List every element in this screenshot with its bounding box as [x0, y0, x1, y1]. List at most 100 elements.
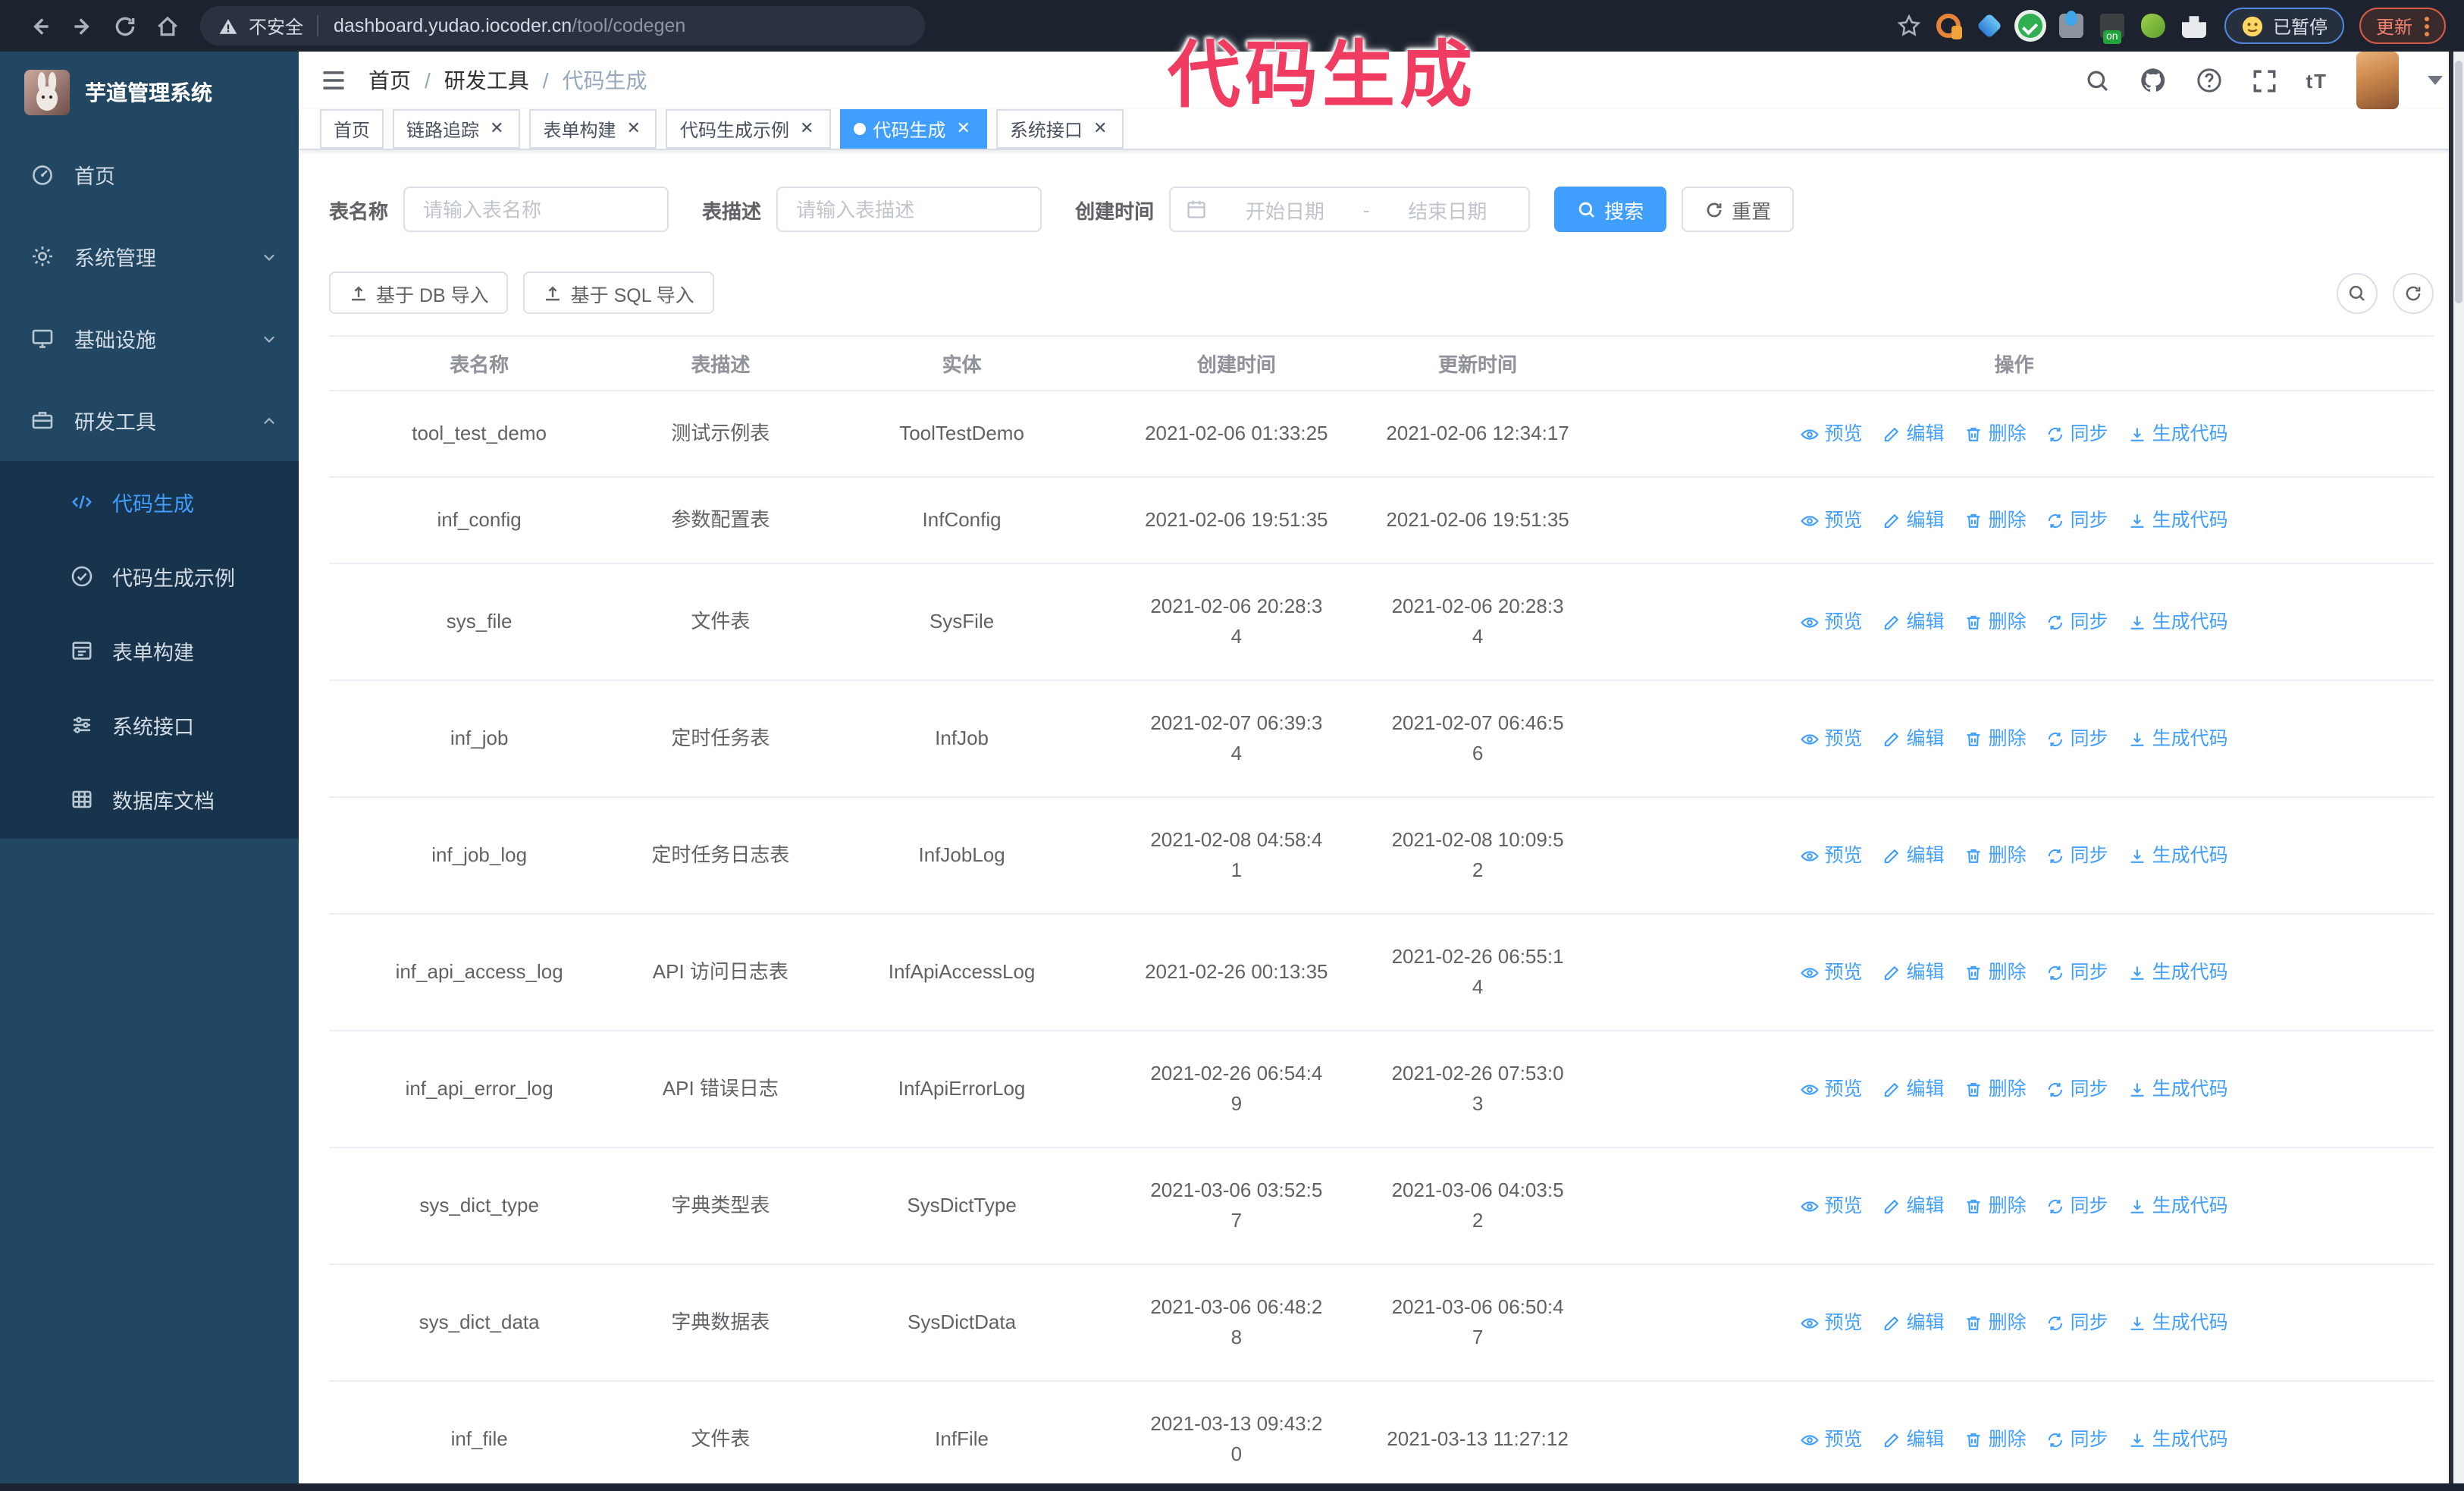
scrollbar-thumb[interactable]: [2454, 61, 2462, 303]
browser-back-button[interactable]: [18, 5, 61, 47]
browser-forward-button[interactable]: [61, 5, 103, 47]
tab-系统接口[interactable]: 系统接口 ✕: [995, 109, 1124, 149]
breadcrumb-home[interactable]: 首页: [368, 65, 411, 96]
action-生成代码[interactable]: 生成代码: [2128, 419, 2228, 449]
extension-icon[interactable]: [1976, 13, 2002, 39]
font-size-icon[interactable]: tT: [2306, 69, 2328, 92]
sidebar-subitem-数据库文档[interactable]: 数据库文档: [0, 761, 299, 836]
sidebar-subitem-代码生成[interactable]: 代码生成: [0, 464, 299, 538]
refresh-table-button[interactable]: [2393, 272, 2434, 313]
sidebar-subitem-系统接口[interactable]: 系统接口: [0, 687, 299, 761]
close-tab-icon[interactable]: ✕: [797, 119, 817, 139]
action-编辑[interactable]: 编辑: [1882, 1191, 1945, 1221]
close-tab-icon[interactable]: ✕: [953, 119, 973, 139]
user-avatar[interactable]: [2356, 52, 2399, 109]
action-编辑[interactable]: 编辑: [1882, 1307, 1945, 1338]
action-预览[interactable]: 预览: [1801, 607, 1863, 637]
extension-icon[interactable]: [2140, 14, 2165, 38]
action-同步[interactable]: 同步: [2046, 1074, 2108, 1104]
browser-home-button[interactable]: [146, 5, 188, 47]
action-预览[interactable]: 预览: [1801, 505, 1863, 535]
action-删除[interactable]: 删除: [1964, 505, 2027, 535]
close-tab-icon[interactable]: ✕: [487, 119, 506, 139]
action-生成代码[interactable]: 生成代码: [2128, 1424, 2228, 1455]
page-scrollbar[interactable]: [2449, 52, 2464, 1491]
action-预览[interactable]: 预览: [1801, 1424, 1863, 1455]
action-同步[interactable]: 同步: [2046, 1424, 2108, 1455]
action-编辑[interactable]: 编辑: [1882, 724, 1945, 754]
action-生成代码[interactable]: 生成代码: [2128, 957, 2228, 987]
import-sql-button[interactable]: 基于 SQL 导入: [523, 272, 714, 314]
action-编辑[interactable]: 编辑: [1882, 957, 1945, 987]
action-删除[interactable]: 删除: [1964, 1191, 2027, 1221]
hamburger-icon[interactable]: [320, 67, 347, 94]
action-删除[interactable]: 删除: [1964, 419, 2027, 449]
action-删除[interactable]: 删除: [1964, 957, 2027, 987]
breadcrumb-tools[interactable]: 研发工具: [444, 65, 529, 96]
tab-链路追踪[interactable]: 链路追踪 ✕: [393, 109, 521, 149]
sidebar-subitem-代码生成示例[interactable]: 代码生成示例: [0, 538, 299, 613]
action-编辑[interactable]: 编辑: [1882, 607, 1945, 637]
reset-button[interactable]: 重置: [1682, 187, 1795, 232]
action-删除[interactable]: 删除: [1964, 724, 2027, 754]
bookmark-star-icon[interactable]: [1897, 14, 1921, 38]
action-编辑[interactable]: 编辑: [1882, 1424, 1945, 1455]
extension-icon[interactable]: [1936, 14, 1962, 39]
action-预览[interactable]: 预览: [1801, 1191, 1863, 1221]
action-预览[interactable]: 预览: [1801, 1074, 1863, 1104]
action-预览[interactable]: 预览: [1801, 419, 1863, 449]
paused-chip[interactable]: 已暂停: [2224, 8, 2344, 44]
github-icon[interactable]: [2139, 67, 2166, 94]
puzzle-extensions-icon[interactable]: [2181, 16, 2206, 38]
app-logo[interactable]: 芋道管理系统: [0, 52, 299, 133]
action-同步[interactable]: 同步: [2046, 607, 2108, 637]
sidebar-item-系统管理[interactable]: 系统管理: [0, 215, 299, 297]
sidebar-item-首页[interactable]: 首页: [0, 133, 299, 215]
sidebar-subitem-表单构建[interactable]: 表单构建: [0, 613, 299, 687]
table-name-input[interactable]: [403, 187, 669, 232]
action-预览[interactable]: 预览: [1801, 840, 1863, 871]
action-删除[interactable]: 删除: [1964, 1074, 2027, 1104]
close-tab-icon[interactable]: ✕: [1090, 119, 1110, 139]
action-删除[interactable]: 删除: [1964, 1307, 2027, 1338]
browser-menu-icon[interactable]: [2425, 16, 2429, 36]
tab-代码生成[interactable]: 代码生成 ✕: [839, 109, 987, 149]
tab-首页[interactable]: 首页: [320, 109, 384, 149]
update-chip[interactable]: 更新: [2359, 8, 2446, 44]
action-删除[interactable]: 删除: [1964, 607, 2027, 637]
action-生成代码[interactable]: 生成代码: [2128, 724, 2228, 754]
action-同步[interactable]: 同步: [2046, 1191, 2108, 1221]
fullscreen-icon[interactable]: [2251, 67, 2277, 93]
tab-代码生成示例[interactable]: 代码生成示例 ✕: [666, 109, 831, 149]
action-同步[interactable]: 同步: [2046, 724, 2108, 754]
sidebar-item-基础设施[interactable]: 基础设施: [0, 297, 299, 379]
action-删除[interactable]: 删除: [1964, 840, 2027, 871]
action-生成代码[interactable]: 生成代码: [2128, 1307, 2228, 1338]
action-同步[interactable]: 同步: [2046, 840, 2108, 871]
action-编辑[interactable]: 编辑: [1882, 1074, 1945, 1104]
table-desc-input[interactable]: [776, 187, 1042, 232]
action-预览[interactable]: 预览: [1801, 1307, 1863, 1338]
header-search-icon[interactable]: [2084, 67, 2110, 93]
user-menu-caret-icon[interactable]: [2428, 76, 2443, 85]
date-range-picker[interactable]: 开始日期 - 结束日期: [1169, 187, 1531, 232]
help-icon[interactable]: [2195, 67, 2222, 94]
action-预览[interactable]: 预览: [1801, 957, 1863, 987]
action-生成代码[interactable]: 生成代码: [2128, 607, 2228, 637]
action-编辑[interactable]: 编辑: [1882, 505, 1945, 535]
import-db-button[interactable]: 基于 DB 导入: [329, 272, 509, 314]
address-bar[interactable]: 不安全 dashboard.yudao.iocoder.cn/tool/code…: [200, 6, 925, 46]
toggle-search-button[interactable]: [2337, 272, 2378, 313]
browser-reload-button[interactable]: [103, 5, 146, 47]
action-同步[interactable]: 同步: [2046, 957, 2108, 987]
close-tab-icon[interactable]: ✕: [624, 119, 644, 139]
action-编辑[interactable]: 编辑: [1882, 419, 1945, 449]
action-生成代码[interactable]: 生成代码: [2128, 1191, 2228, 1221]
extension-icon[interactable]: [2058, 11, 2083, 38]
sidebar-item-研发工具[interactable]: 研发工具: [0, 379, 299, 461]
tab-表单构建[interactable]: 表单构建 ✕: [529, 109, 657, 149]
extension-icon[interactable]: [2099, 14, 2124, 44]
action-同步[interactable]: 同步: [2046, 419, 2108, 449]
action-生成代码[interactable]: 生成代码: [2128, 1074, 2228, 1104]
extension-icon[interactable]: [2017, 14, 2042, 38]
